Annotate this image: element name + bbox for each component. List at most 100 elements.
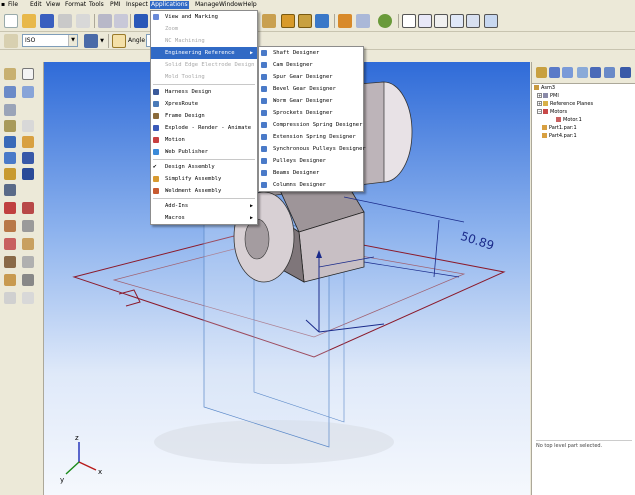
chevron-down-icon[interactable]: ▼: [68, 35, 77, 46]
copy-icon[interactable]: [114, 14, 128, 28]
shaft-tool-icon[interactable]: [4, 68, 16, 80]
standard-combo[interactable]: ISO ▼: [22, 34, 78, 47]
submenu-item-columns-designer[interactable]: Columns Designer: [259, 179, 363, 191]
print-preview-icon[interactable]: [76, 14, 90, 28]
settings-tab-icon[interactable]: [620, 67, 631, 78]
sphere-icon[interactable]: [315, 14, 329, 28]
align-icon[interactable]: [4, 120, 16, 132]
app-icon[interactable]: ▪: [0, 1, 6, 9]
new-icon[interactable]: [4, 14, 18, 28]
library-tab-icon[interactable]: [549, 67, 560, 78]
sensors-tab-icon[interactable]: [590, 67, 601, 78]
menu-file[interactable]: File: [7, 1, 19, 9]
grid-icon[interactable]: [4, 256, 16, 268]
menu-item-motion[interactable]: Motion: [151, 134, 257, 146]
hole-icon[interactable]: [22, 202, 34, 214]
tangent-icon[interactable]: [4, 168, 16, 180]
menu-item-weldment-assembly[interactable]: Weldment Assembly: [151, 185, 257, 197]
mirror-icon[interactable]: [4, 238, 16, 250]
line-icon[interactable]: [112, 34, 126, 48]
submenu-item-spur-gear-designer[interactable]: Spur Gear Designer: [259, 71, 363, 83]
view-icon[interactable]: [262, 14, 276, 28]
zoom-area-icon[interactable]: [418, 14, 432, 28]
fit-icon[interactable]: [450, 14, 464, 28]
save-icon[interactable]: [40, 14, 54, 28]
shaded-edges-icon[interactable]: [298, 14, 312, 28]
menu-item-web-publisher[interactable]: Web Publisher: [151, 146, 257, 158]
assembly-tool-icon[interactable]: [4, 86, 16, 98]
expand-icon[interactable]: +: [537, 93, 542, 98]
menu-item-view-marking[interactable]: View and Marking: [151, 11, 257, 23]
menu-item-explode-render-animate[interactable]: Explode - Render - Animate: [151, 122, 257, 134]
tree-item-pmi[interactable]: + PMI: [534, 92, 634, 100]
menu-item-macros[interactable]: Macros ▶: [151, 212, 257, 224]
submenu-item-shaft-designer[interactable]: Shaft Designer: [259, 47, 363, 59]
menu-applications[interactable]: Applications: [150, 1, 189, 9]
pathfinder-tab-icon[interactable]: [536, 67, 547, 78]
mate-icon[interactable]: [4, 104, 16, 116]
submenu-item-compression-spring-designer[interactable]: Compression Spring Designer: [259, 119, 363, 131]
rotate-icon[interactable]: [484, 14, 498, 28]
open-icon[interactable]: [22, 14, 36, 28]
drag-icon[interactable]: [22, 274, 34, 286]
move-icon[interactable]: [22, 256, 34, 268]
insert-part-icon[interactable]: [22, 86, 34, 98]
cam-icon[interactable]: [22, 168, 34, 180]
frame-tool-icon[interactable]: [22, 292, 34, 304]
style-icon[interactable]: [4, 34, 18, 48]
select-icon[interactable]: [402, 14, 416, 28]
chevron-down-icon[interactable]: ▼: [98, 34, 106, 48]
sheet-icon[interactable]: [4, 292, 16, 304]
cut-tool-icon[interactable]: [4, 202, 16, 214]
menu-item-design-assembly[interactable]: ✔ Design Assembly: [151, 161, 257, 173]
menu-edit[interactable]: Edit: [29, 1, 43, 9]
angle-tool-icon[interactable]: [22, 152, 34, 164]
revolve-icon[interactable]: [4, 220, 16, 232]
menu-window[interactable]: Window: [218, 1, 244, 9]
tree-item-part1[interactable]: Part1.par:1: [534, 124, 634, 132]
menu-view[interactable]: View: [45, 1, 61, 9]
collapse-icon[interactable]: −: [537, 109, 542, 114]
menu-tools[interactable]: Tools: [88, 1, 105, 9]
tree-item-reference-planes[interactable]: + Reference Planes: [534, 100, 634, 108]
submenu-item-bevel-gear-designer[interactable]: Bevel Gear Designer: [259, 83, 363, 95]
insert-icon[interactable]: [22, 136, 34, 148]
print-icon[interactable]: [58, 14, 72, 28]
connect-icon[interactable]: [4, 152, 16, 164]
sketch-icon[interactable]: [338, 14, 352, 28]
pattern-icon[interactable]: [22, 220, 34, 232]
menu-item-harness-design[interactable]: Harness Design: [151, 86, 257, 98]
zoom-icon[interactable]: [434, 14, 448, 28]
gear-relation-icon[interactable]: [4, 184, 16, 196]
submenu-item-pulleys-designer[interactable]: Pulleys Designer: [259, 155, 363, 167]
tree-item-asm[interactable]: Asm3: [534, 84, 634, 92]
tree-item-part4[interactable]: Part4.par:1: [534, 132, 634, 140]
pan-icon[interactable]: [466, 14, 480, 28]
submenu-item-synchronous-pulleys-designer[interactable]: Synchronous Pulleys Designer: [259, 143, 366, 155]
menu-item-frame-design[interactable]: Frame Design: [151, 110, 257, 122]
shaded-icon[interactable]: [281, 14, 295, 28]
menu-pmi[interactable]: PMI: [109, 1, 122, 9]
select-tool-icon[interactable]: [22, 68, 34, 80]
expand-icon[interactable]: +: [537, 101, 542, 106]
display-icon[interactable]: [356, 14, 370, 28]
replace-icon[interactable]: [4, 274, 16, 286]
planar-icon[interactable]: [4, 136, 16, 148]
menu-inspect[interactable]: Inspect: [125, 1, 149, 9]
tree-item-motor1[interactable]: Motor.1: [534, 116, 634, 124]
tree-item-motors[interactable]: − Motors: [534, 108, 634, 116]
component-icon[interactable]: [22, 238, 34, 250]
menu-format[interactable]: Format: [64, 1, 87, 9]
menu-item-add-ins[interactable]: Add-Ins ▶: [151, 200, 257, 212]
features-tab-icon[interactable]: [577, 67, 588, 78]
menu-item-xpresroute[interactable]: XpresRoute: [151, 98, 257, 110]
submenu-item-worm-gear-designer[interactable]: Worm Gear Designer: [259, 95, 363, 107]
menu-help[interactable]: Help: [242, 1, 258, 9]
menu-manage[interactable]: Manage: [194, 1, 220, 9]
cut-icon[interactable]: [98, 14, 112, 28]
properties-tab-icon[interactable]: [604, 67, 615, 78]
menu-item-simplify-assembly[interactable]: Simplify Assembly: [151, 173, 257, 185]
submenu-item-sprockets-designer[interactable]: Sprockets Designer: [259, 107, 363, 119]
undo-icon[interactable]: [134, 14, 148, 28]
menu-item-engineering-reference[interactable]: Engineering Reference ▶: [151, 47, 257, 59]
